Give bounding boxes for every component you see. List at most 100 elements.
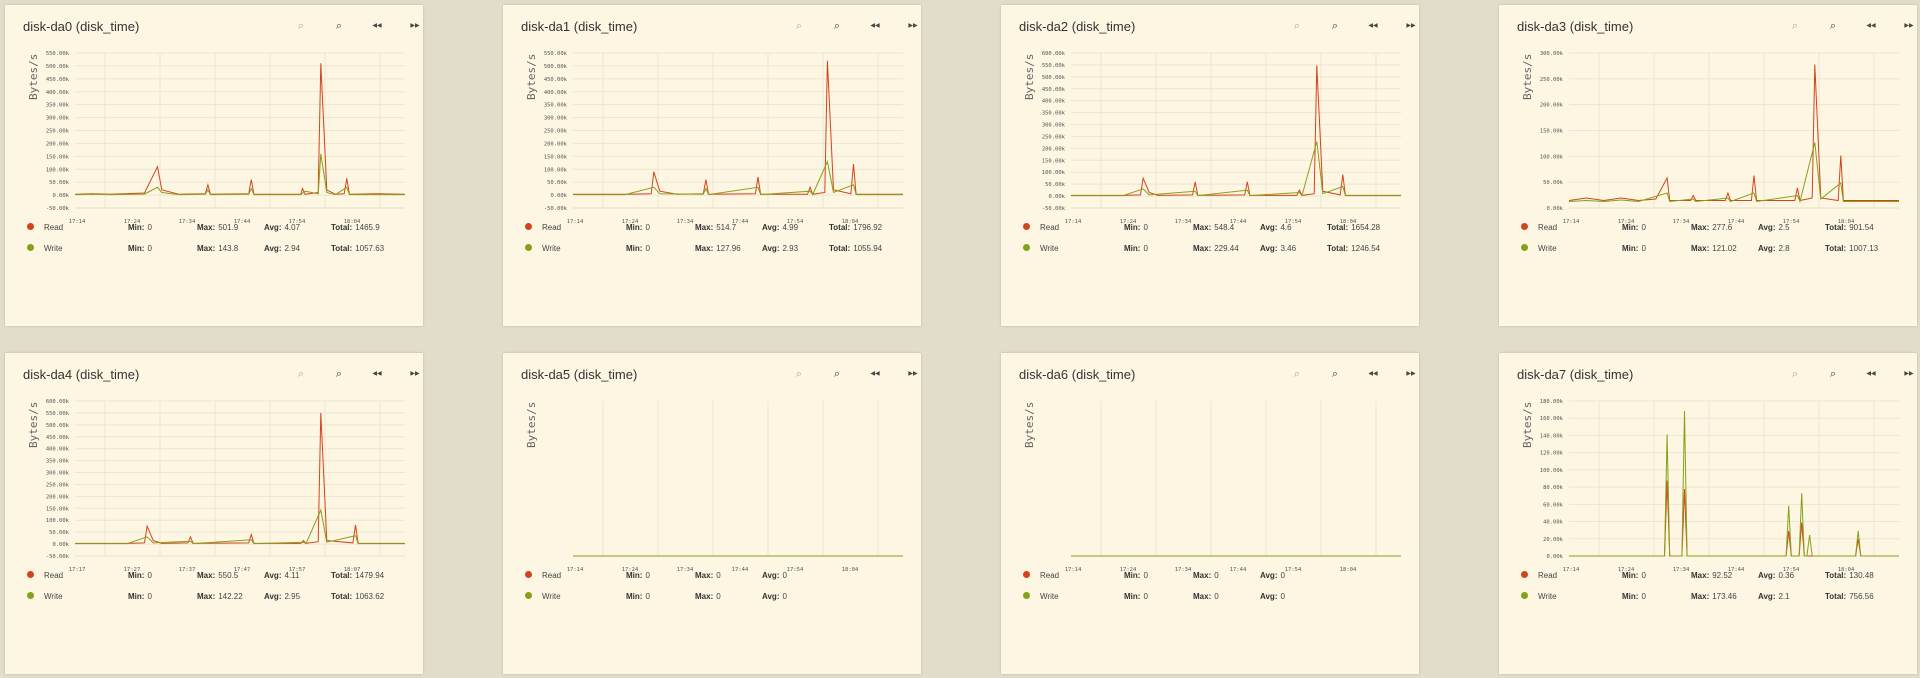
chart-title: disk-da0 (disk_time) xyxy=(23,19,140,34)
y-tick-label: -50.00k xyxy=(46,206,70,212)
pan-left-icon[interactable]: ◀◀ xyxy=(1861,365,1881,383)
legend-row-write[interactable]: Write Min: 0 Max: 143.8 Avg: 2.94 Total: 1057.63 xyxy=(27,244,417,265)
zoom-in-icon[interactable]: ⌕ xyxy=(789,365,809,383)
stat-value: 0 xyxy=(782,571,787,580)
y-tick-label: 120.00k xyxy=(1540,451,1564,457)
stat-min-read: Min: 0 xyxy=(626,571,650,580)
zoom-out-icon[interactable]: ⌕ xyxy=(329,365,349,383)
stat-total-write: Total: 1055.94 xyxy=(829,244,882,253)
y-tick-label: 0.00k xyxy=(1048,194,1065,200)
zoom-out-icon[interactable]: ⌕ xyxy=(1325,365,1345,383)
stat-value: 0 xyxy=(645,223,650,232)
pan-right-icon[interactable]: ▶▶ xyxy=(903,17,923,35)
zoom-in-icon[interactable]: ⌕ xyxy=(1287,365,1307,383)
stat-max-write: Max: 142.22 xyxy=(197,592,243,601)
zoom-in-icon[interactable]: ⌕ xyxy=(1785,365,1805,383)
stat-value: 130.48 xyxy=(1849,571,1874,580)
legend-row-write[interactable]: Write Min: 0 Max: 0 Avg: 0 xyxy=(525,592,915,613)
legend-row-write[interactable]: Write Min: 0 Max: 127.96 Avg: 2.93 Total: 1055.9… xyxy=(525,244,915,265)
chart-panel-da7: disk-da7 (disk_time) ⌕ ⌕ ◀◀ ▶▶ Bytes/s 180.00k… xyxy=(1499,353,1917,674)
zoom-out-icon[interactable]: ⌕ xyxy=(1823,365,1843,383)
stat-max-read: Max: 550.5 xyxy=(197,571,238,580)
legend-row-read[interactable]: Read Min: 0 Max: 514.7 Avg: 4.99 Total: 1796.92 xyxy=(525,223,915,244)
pan-left-icon[interactable]: ◀◀ xyxy=(367,17,387,35)
stat-label: Min: xyxy=(1622,244,1639,253)
stat-label: Max: xyxy=(1691,592,1710,601)
stat-total-read: Total: 1479.94 xyxy=(331,571,384,580)
legend-name-write: Write xyxy=(1040,244,1059,253)
y-tick-label: 50.00k xyxy=(49,530,70,536)
pan-right-icon[interactable]: ▶▶ xyxy=(903,365,923,383)
stat-label: Max: xyxy=(197,571,216,580)
zoom-out-icon[interactable]: ⌕ xyxy=(329,17,349,35)
zoom-out-icon[interactable]: ⌕ xyxy=(1325,17,1345,35)
legend-row-read[interactable]: Read Min: 0 Max: 550.5 Avg: 4.11 Total: 1479.94 xyxy=(27,571,417,592)
pan-left-icon[interactable]: ◀◀ xyxy=(1363,17,1383,35)
zoom-out-icon[interactable]: ⌕ xyxy=(827,365,847,383)
stat-value: 901.54 xyxy=(1849,223,1874,232)
stat-avg-read: Avg: 0.36 xyxy=(1758,571,1794,580)
zoom-in-icon[interactable]: ⌕ xyxy=(291,17,311,35)
y-tick-label: 200.00k xyxy=(544,141,568,147)
chart-title: disk-da4 (disk_time) xyxy=(23,367,140,382)
legend-row-read[interactable]: Read Min: 0 Max: 0 Avg: 0 xyxy=(1023,571,1413,592)
stat-value: 0 xyxy=(1641,592,1646,601)
legend-dot-write xyxy=(27,592,34,599)
y-tick-label: 300.00k xyxy=(46,116,70,122)
legend-row-write[interactable]: Write Min: 0 Max: 0 Avg: 0 xyxy=(1023,592,1413,613)
stat-label: Min: xyxy=(1622,592,1639,601)
pan-left-icon[interactable]: ◀◀ xyxy=(865,17,885,35)
legend-row-write[interactable]: Write Min: 0 Max: 121.02 Avg: 2.8 Total: 1007.13 xyxy=(1521,244,1911,265)
pan-left-icon[interactable]: ◀◀ xyxy=(367,365,387,383)
y-tick-label: 300.00k xyxy=(46,471,70,477)
y-tick-label: 300.00k xyxy=(544,116,568,122)
zoom-in-icon[interactable]: ⌕ xyxy=(789,17,809,35)
pan-right-icon[interactable]: ▶▶ xyxy=(1401,17,1421,35)
legend-name-write: Write xyxy=(1538,244,1557,253)
line-chart: 180.00k 160.00k 140.00k 120.00k 100.00k 80.00… xyxy=(1540,399,1899,573)
stat-label: Max: xyxy=(1193,592,1212,601)
pan-right-icon[interactable]: ▶▶ xyxy=(1401,365,1421,383)
legend-row-read[interactable]: Read Min: 0 Max: 277.6 Avg: 2.5 Total: 901.54 xyxy=(1521,223,1911,244)
legend-row-read[interactable]: Read Min: 0 Max: 548.4 Avg: 4.6 Total: 1654.28 xyxy=(1023,223,1413,244)
zoom-out-icon[interactable]: ⌕ xyxy=(827,17,847,35)
stat-min-write: Min: 0 xyxy=(128,244,152,253)
zoom-in-icon[interactable]: ⌕ xyxy=(1287,17,1307,35)
legend-row-read[interactable]: Read Min: 0 Max: 501.9 Avg: 4.07 Total: 1465.9 xyxy=(27,223,417,244)
legend-row-write[interactable]: Write Min: 0 Max: 229.44 Avg: 3.46 Total: 1246.5… xyxy=(1023,244,1413,265)
stat-label: Avg: xyxy=(762,244,780,253)
stat-value: 1246.54 xyxy=(1351,244,1381,253)
pan-left-icon[interactable]: ◀◀ xyxy=(865,365,885,383)
stat-label: Min: xyxy=(128,571,145,580)
legend-name-write: Write xyxy=(1040,592,1059,601)
pan-right-icon[interactable]: ▶▶ xyxy=(1899,17,1919,35)
legend-row-write[interactable]: Write Min: 0 Max: 142.22 Avg: 2.95 Total: 1063.6… xyxy=(27,592,417,613)
zoom-in-icon[interactable]: ⌕ xyxy=(291,365,311,383)
y-tick-label: 50.00k xyxy=(1045,182,1066,188)
legend-dot-read xyxy=(1521,223,1528,230)
legend-row-write[interactable]: Write Min: 0 Max: 173.46 Avg: 2.1 Total: 756.56 xyxy=(1521,592,1911,613)
line-chart: 600.00k 550.00k 500.00k 450.00k 400.00k 350.0… xyxy=(46,399,405,573)
pan-left-icon[interactable]: ◀◀ xyxy=(1861,17,1881,35)
stat-max-write: Max: 0 xyxy=(1193,592,1219,601)
stat-value: 4.11 xyxy=(284,571,300,580)
stat-avg-read: Avg: 4.11 xyxy=(264,571,299,580)
pan-right-icon[interactable]: ▶▶ xyxy=(405,365,425,383)
stat-label: Total: xyxy=(331,244,353,253)
pan-left-icon[interactable]: ◀◀ xyxy=(1363,365,1383,383)
stat-label: Min: xyxy=(1622,571,1639,580)
stat-label: Min: xyxy=(626,244,643,253)
stat-min-read: Min: 0 xyxy=(128,223,152,232)
legend-row-read[interactable]: Read Min: 0 Max: 92.52 Avg: 0.36 Total: 130.48 xyxy=(1521,571,1911,592)
legend-row-read[interactable]: Read Min: 0 Max: 0 Avg: 0 xyxy=(525,571,915,592)
stat-min-read: Min: 0 xyxy=(1622,571,1646,580)
stat-value: 1007.13 xyxy=(1849,244,1879,253)
chart-legend: Read Min: 0 Max: 0 Avg: 0 Write Min: 0 Max: 0 Avg: 0 xyxy=(525,571,915,613)
pan-right-icon[interactable]: ▶▶ xyxy=(1899,365,1919,383)
chart-panel-da1: disk-da1 (disk_time) ⌕ ⌕ ◀◀ ▶▶ Bytes/s 550.00k… xyxy=(503,5,921,326)
zoom-in-icon[interactable]: ⌕ xyxy=(1785,17,1805,35)
stat-value: 127.96 xyxy=(716,244,741,253)
y-tick-label: 0.00k xyxy=(52,193,69,199)
pan-right-icon[interactable]: ▶▶ xyxy=(405,17,425,35)
zoom-out-icon[interactable]: ⌕ xyxy=(1823,17,1843,35)
